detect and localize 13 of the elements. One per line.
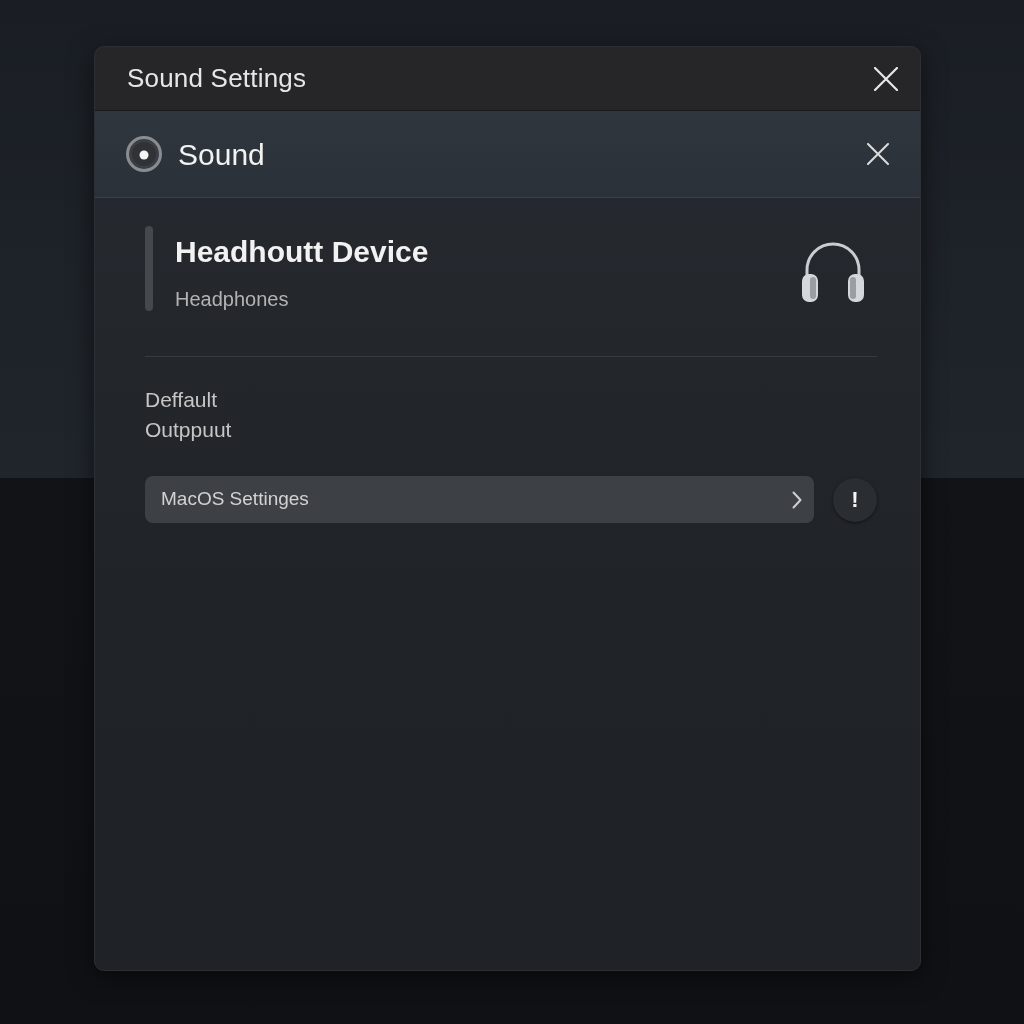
device-type: Headphones bbox=[175, 287, 290, 312]
info-button[interactable]: ! bbox=[833, 477, 877, 522]
chevron-right-icon bbox=[792, 490, 802, 509]
section-label: Deffault Outppuut bbox=[145, 387, 232, 443]
circle-dot-icon bbox=[126, 136, 162, 172]
close-button[interactable] bbox=[874, 66, 898, 91]
close-icon bbox=[867, 143, 889, 165]
close-button[interactable] bbox=[867, 143, 889, 165]
panel-title: Sound bbox=[178, 136, 265, 173]
window-title: Sound Settings bbox=[127, 62, 307, 95]
settings-link-button[interactable]: MacOS Settinges bbox=[145, 476, 814, 523]
close-icon bbox=[874, 66, 898, 91]
device-name: Headhoutt Device bbox=[175, 235, 429, 268]
